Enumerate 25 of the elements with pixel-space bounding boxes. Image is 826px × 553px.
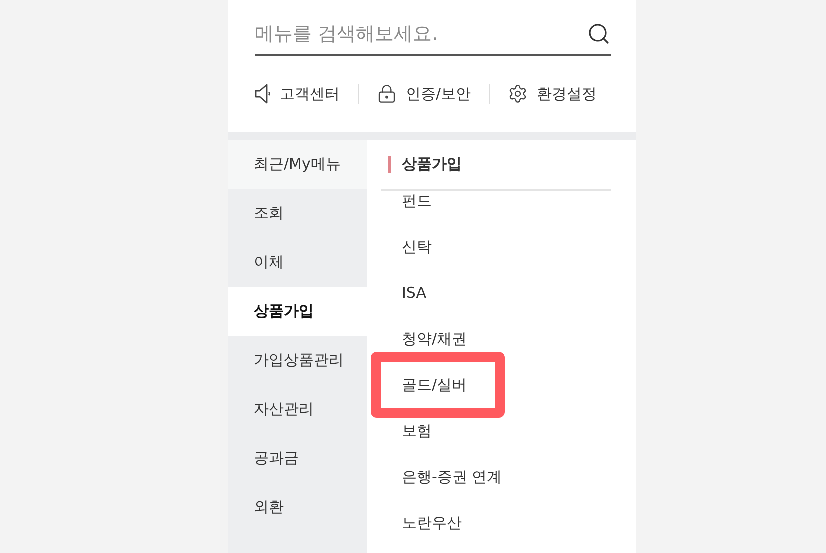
category-tab[interactable]: 최근/My메뉴 [228,140,367,189]
menu-item[interactable]: 은행-증권 연계 [381,454,530,500]
search-icon[interactable] [587,22,611,46]
quick-link[interactable]: 환경설정 [508,84,598,104]
lock-icon [377,84,397,104]
settings-icon [508,84,528,104]
category-tab[interactable]: 가입상품관리 [228,336,367,385]
speaker-icon [255,84,271,104]
menu-item[interactable]: 펀드 [381,178,460,224]
category-tab[interactable]: 조회 [228,189,367,238]
menu-item[interactable]: 노란우산 [381,500,490,546]
quick-link[interactable]: 인증/보안 [377,84,472,104]
menu-item[interactable]: 신탁 [381,224,460,270]
section-title: 상품가입 [402,155,462,174]
search-field[interactable]: 메뉴를 검색해보세요. [255,23,587,45]
category-tab[interactable]: 공과금 [228,434,367,483]
category-tab[interactable]: 외환 [228,483,367,532]
quick-link[interactable]: 고객센터 [255,84,340,104]
category-tab[interactable]: 이체 [228,238,367,287]
search-bar[interactable]: 메뉴를 검색해보세요. [255,14,611,56]
category-tab[interactable]: 자산관리 [228,385,367,434]
menu-item[interactable]: ISA [381,270,454,316]
highlighted-menu-item[interactable]: 골드/실버 [371,352,506,418]
category-tab[interactable]: 상품가입 [228,287,367,336]
accent-bar [388,156,391,173]
